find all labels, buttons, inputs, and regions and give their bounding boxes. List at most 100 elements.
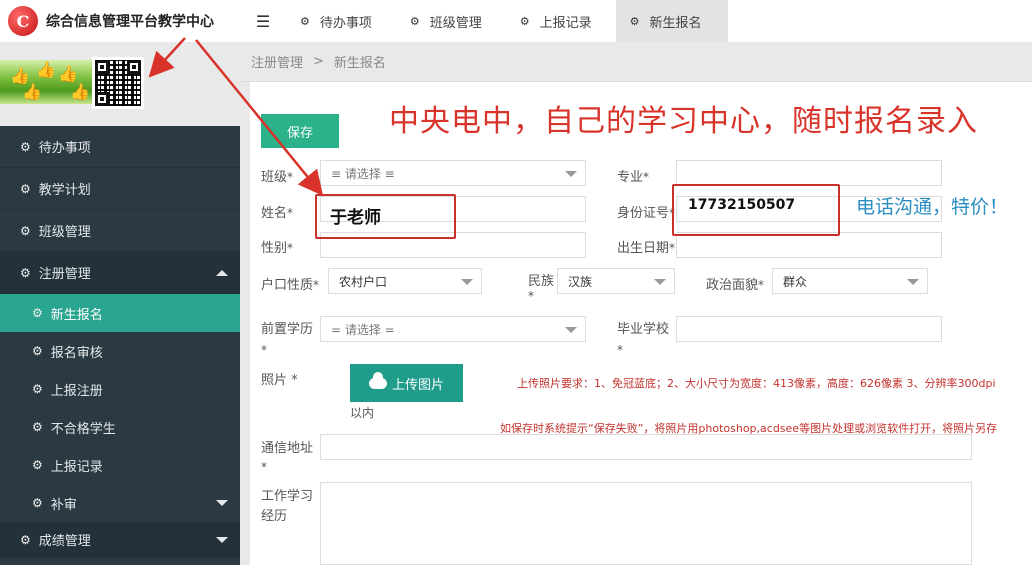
- gear-icon: ⚙: [32, 382, 43, 396]
- class-label: 班级*: [261, 170, 294, 185]
- sidebar-subitem-report-registration[interactable]: ⚙ 上报注册: [0, 370, 240, 408]
- chevron-down-icon: [565, 327, 577, 333]
- sidebar-item-label: 班级管理: [38, 225, 91, 240]
- sidebar-item-label: 报名审核: [50, 345, 103, 361]
- work-experience-label: 工作学习 经历: [261, 489, 314, 524]
- sidebar-item-label: 待办事项: [38, 141, 91, 156]
- tab-new-enrollment[interactable]: ⚙ 新生报名: [615, 0, 728, 42]
- sidebar-item-label: 上报记录: [50, 459, 103, 475]
- cloud-upload-icon: [368, 371, 387, 389]
- gear-icon: ⚙: [409, 14, 420, 28]
- name-label: 姓名*: [261, 206, 294, 221]
- gear-icon: ⚙: [32, 458, 43, 472]
- work-experience-textarea[interactable]: [320, 482, 972, 565]
- top-tab-bar: ☰ ⚙ 待办事项 ⚙ 班级管理 ⚙ 上报记录 ⚙ 新生报名: [240, 0, 1032, 42]
- sidebar-subitem-enrollment-review[interactable]: ⚙ 报名审核: [0, 332, 240, 370]
- tab-todo[interactable]: ⚙ 待办事项: [286, 0, 396, 42]
- id-number-label: 身份证号*: [617, 206, 676, 221]
- prior-education-select[interactable]: = 请选择 =: [320, 316, 586, 342]
- sidebar-group-grades[interactable]: ⚙ 成绩管理: [0, 522, 240, 558]
- upload-photo-button[interactable]: 上传图片: [350, 364, 463, 402]
- gear-icon: ⚙: [32, 420, 43, 434]
- thumbs-up-icon: 👍: [36, 60, 56, 79]
- graduate-school-label: 毕业学校 *: [617, 322, 670, 357]
- sidebar-group-label: 注册管理: [38, 267, 91, 282]
- chevron-down-icon: [565, 171, 577, 177]
- prior-education-label: 前置学历 *: [261, 322, 314, 357]
- thumbs-up-icon: 👍: [22, 82, 42, 101]
- tab-label: 上报记录: [539, 15, 592, 31]
- sidebar-subitem-report-records[interactable]: ⚙ 上报记录: [0, 446, 240, 484]
- gears-icon: ⚙: [20, 265, 31, 280]
- ethnic-select[interactable]: 汉族: [557, 268, 675, 294]
- thumbs-up-banner: 👍 👍 👍 👍 👍: [0, 60, 96, 104]
- teacher-name: 于老师: [330, 208, 381, 228]
- gear-icon: ⚙: [20, 181, 31, 196]
- hukou-select[interactable]: 农村户口: [328, 268, 482, 294]
- sidebar-item-teaching-plan[interactable]: ⚙ 教学计划: [0, 168, 240, 210]
- tab-label: 班级管理: [429, 15, 482, 31]
- gear-icon: ⚙: [20, 223, 31, 238]
- tab-class-management[interactable]: ⚙ 班级管理: [396, 0, 506, 42]
- caret-up-icon: [216, 269, 228, 276]
- caret-down-icon: [216, 500, 228, 506]
- breadcrumb-parent[interactable]: 注册管理: [251, 52, 303, 71]
- promo-headline: 中央电中，自己的学习中心，随时报名录入: [389, 104, 978, 139]
- logo-icon: C: [8, 6, 38, 36]
- sidebar-item-class-management[interactable]: ⚙ 班级管理: [0, 210, 240, 252]
- sidebar-group-registration[interactable]: ⚙ 注册管理: [0, 252, 240, 294]
- birth-date-label: 出生日期*: [617, 241, 676, 256]
- sidebar-item-label: 上报注册: [50, 383, 103, 399]
- sidebar-item-label: 不合格学生: [50, 421, 116, 437]
- breadcrumb-separator: >: [313, 54, 324, 69]
- address-label: 通信地址 *: [261, 441, 314, 474]
- sidebar-group-label: 成绩管理: [38, 534, 91, 549]
- gear-icon: ⚙: [32, 344, 43, 358]
- thumbs-up-icon: 👍: [58, 64, 78, 83]
- gears-icon: ⚙: [32, 496, 43, 510]
- sidebar-subitem-supplementary-review[interactable]: ⚙ 补审: [0, 484, 240, 522]
- breadcrumb-current: 新生报名: [333, 56, 386, 71]
- tab-label: 待办事项: [319, 15, 372, 31]
- gender-label: 性别*: [261, 241, 294, 256]
- gear-icon: ⚙: [20, 139, 31, 154]
- gear-icon: ⚙: [300, 14, 310, 28]
- gear-icon: ⚙: [629, 14, 640, 28]
- sidebar: ⚙ 待办事项 ⚙ 教学计划 ⚙ 班级管理 ⚙ 注册管理 ⚙ 新生报名 ⚙ 报名审…: [0, 126, 240, 565]
- sidebar-item-label: 补审: [50, 497, 77, 513]
- sidebar-item-label: 教学计划: [38, 183, 91, 198]
- enrollment-form: 保存 班级* ≡ 请选择 ≡ 专业* 姓名* 身份证号* 性别* 出生日期* 户…: [250, 82, 1032, 565]
- thumbs-up-icon: 👍: [70, 82, 90, 101]
- promo-text: 电话沟通，特价！: [856, 196, 1009, 218]
- graduate-school-field[interactable]: [676, 316, 942, 342]
- chevron-down-icon: [461, 279, 473, 285]
- gear-icon: ⚙: [519, 14, 530, 28]
- tab-label: 新生报名: [649, 15, 702, 31]
- class-select[interactable]: ≡ 请选择 ≡: [320, 160, 586, 186]
- political-status-select[interactable]: 群众: [772, 268, 928, 294]
- photo-note-tail: 以内: [350, 406, 375, 420]
- app-root: C 综合信息管理平台教学中心 👍 👍 👍 👍 👍 ⚙ 待办事项 ⚙ 教学计划 ⚙: [0, 0, 1032, 565]
- phone-number: 17732150507: [688, 197, 796, 213]
- hukou-label: 户口性质*: [261, 278, 320, 293]
- ethnic-label: 民族 *: [528, 274, 555, 303]
- sidebar-item-label: 新生报名: [50, 307, 103, 323]
- save-button[interactable]: 保存: [261, 114, 339, 148]
- breadcrumb: 注册管理 > 新生报名: [240, 42, 1032, 82]
- address-field[interactable]: [320, 434, 972, 460]
- sidebar-subitem-new-enrollment[interactable]: ⚙ 新生报名: [0, 294, 240, 332]
- major-label: 专业*: [617, 170, 650, 185]
- caret-down-icon: [216, 536, 228, 543]
- major-field[interactable]: [676, 160, 942, 186]
- sidebar-item-todo[interactable]: ⚙ 待办事项: [0, 126, 240, 168]
- chevron-down-icon: [654, 279, 666, 285]
- gears-icon: ⚙: [20, 532, 31, 547]
- qr-code-icon: [92, 57, 144, 109]
- photo-requirement-note: 上传照片要求：1、免冠蓝底；2、大小尺寸为宽度：413像素，高度：626像素 3…: [517, 377, 996, 390]
- app-title: 综合信息管理平台教学中心: [46, 14, 214, 30]
- chevron-down-icon: [907, 279, 919, 285]
- photo-label: 照片 *: [261, 373, 298, 388]
- tab-report-records[interactable]: ⚙ 上报记录: [506, 0, 616, 42]
- menu-toggle-icon[interactable]: ☰: [240, 0, 286, 42]
- sidebar-subitem-unqualified-students[interactable]: ⚙ 不合格学生: [0, 408, 240, 446]
